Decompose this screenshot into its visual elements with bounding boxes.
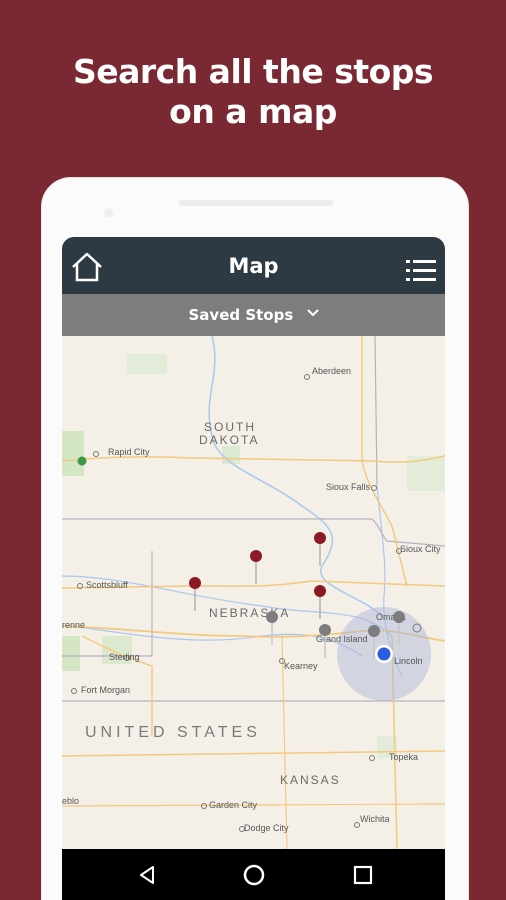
saved-stop-pin[interactable] [313,531,327,567]
city-label: Scottsbluff [86,580,128,590]
saved-stop-pin[interactable] [313,584,327,620]
state-label: DAKOTA [199,433,260,447]
app-screen: Map Saved Stops Aberdeen Rapid City Siou… [62,237,445,900]
filter-selected-label: Saved Stops [188,306,294,324]
page-title: Map [228,254,279,278]
city-label: renne [62,620,86,630]
stop-pin[interactable] [265,610,279,646]
android-nav-bar [62,849,445,900]
city-label: Dodge City [244,823,289,833]
city-label: eblo [62,796,80,806]
saved-stop-pin[interactable] [188,576,202,612]
headline-line-2: on a map [169,92,337,131]
state-label: SOUTH [204,420,256,434]
state-label: KANSAS [280,773,341,787]
phone-speaker [178,200,334,206]
city-label: Kearney [284,661,318,671]
saved-stop-pin[interactable] [249,549,263,585]
chevron-down-icon [306,309,319,317]
recents-nav-icon[interactable] [351,863,375,887]
city-label: Wichita [360,814,390,824]
city-label: Lincoln [394,656,423,666]
filter-dropdown[interactable]: Saved Stops [62,294,445,336]
list-menu-icon [406,260,436,281]
phone-camera [104,208,114,218]
stop-pin[interactable] [318,623,332,659]
back-nav-icon[interactable] [135,863,159,887]
city-label: Sioux Falls [326,482,371,492]
city-label: Sioux City [400,544,441,554]
city-label: Aberdeen [312,366,352,376]
headline-line-1: Search all the stops [72,52,434,91]
city-label: Fort Morgan [81,685,131,695]
home-nav-icon[interactable] [242,863,266,887]
stop-pin[interactable] [392,610,406,646]
filter-selected: Saved Stops [62,306,445,324]
city-label: Rapid City [108,447,150,457]
map-view[interactable]: Aberdeen Rapid City Sioux Falls Sioux Ci… [62,336,445,849]
stop-pin[interactable] [367,624,381,660]
app-bar: Map [62,237,445,294]
city-label: Topeka [389,752,419,762]
city-label: Sterling [109,652,140,662]
city-label: Garden City [209,800,258,810]
country-label: UNITED STATES [85,724,261,741]
menu-button[interactable] [405,258,437,284]
promo-headline: Search all the stops on a map [0,52,506,132]
map-base [62,336,445,849]
